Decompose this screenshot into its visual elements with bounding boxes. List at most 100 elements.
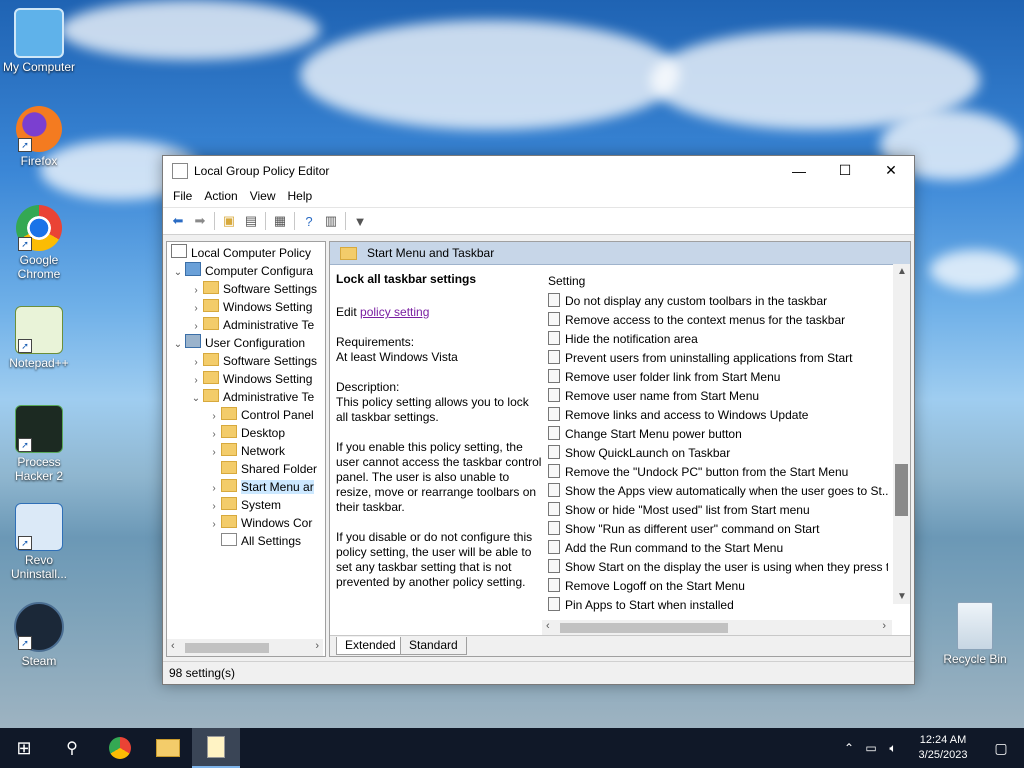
tree-item-local-computer-policy[interactable]: Local Computer Policy	[171, 244, 311, 262]
policy-setting-icon	[548, 521, 560, 535]
chevron-down-icon[interactable]: ⌄	[171, 336, 185, 354]
desktop-icon-recycle-bin[interactable]: Recycle Bin	[936, 602, 1014, 666]
scroll-thumb[interactable]	[895, 464, 908, 516]
tree-item-control-panel[interactable]: › Control Panel	[207, 406, 314, 424]
tree-item-administrative-templates[interactable]: ⌄ Administrative Te	[189, 388, 314, 406]
menu-help[interactable]: Help	[282, 189, 319, 203]
scroll-thumb[interactable]	[185, 643, 269, 653]
show-hide-tree-icon[interactable]: ▤	[240, 211, 262, 231]
settings-vertical-scrollbar[interactable]: ▲ ▼	[893, 264, 910, 604]
desktop-icon-notepad-plus-plus[interactable]: ➚ Notepad++	[0, 306, 78, 370]
menu-view[interactable]: View	[244, 189, 282, 203]
scroll-right-icon[interactable]: ›	[315, 640, 319, 652]
scroll-thumb[interactable]	[560, 623, 728, 633]
desktop-icon-revo-uninstaller[interactable]: ➚ Revo Uninstall...	[0, 503, 78, 581]
menu-file[interactable]: File	[167, 189, 198, 203]
tree-item-windows-settings[interactable]: › Windows Setting	[189, 370, 312, 388]
setting-label: Pin Apps to Start when installed	[565, 598, 734, 612]
tree-item-shared-folders[interactable]: Shared Folder	[207, 460, 317, 478]
setting-row[interactable]: Remove the "Undock PC" button from the S…	[548, 463, 888, 482]
tree-item-administrative-templates[interactable]: › Administrative Te	[189, 316, 314, 334]
chevron-down-icon[interactable]: ⌄	[171, 264, 185, 282]
tab-standard[interactable]: Standard	[400, 637, 467, 655]
setting-label: Hide the notification area	[565, 332, 698, 346]
back-arrow-icon[interactable]: ⬅	[167, 211, 189, 231]
policy-setting-icon	[548, 578, 560, 592]
policy-setting-link[interactable]: policy setting	[360, 305, 429, 319]
desktop-icon-steam[interactable]: ➚ Steam	[0, 602, 78, 668]
help-icon[interactable]: ?	[298, 211, 320, 231]
maximize-button[interactable]: ☐	[822, 156, 868, 185]
setting-row[interactable]: Remove user name from Start Menu	[548, 387, 888, 406]
setting-row[interactable]: Add the Run command to the Start Menu	[548, 539, 888, 558]
setting-row[interactable]: Show Start on the display the user is us…	[548, 558, 888, 577]
menu-action[interactable]: Action	[198, 189, 243, 203]
tree-item-software-settings[interactable]: › Software Settings	[189, 280, 317, 298]
setting-row[interactable]: Do not display any custom toolbars in th…	[548, 292, 888, 311]
setting-row[interactable]: Remove Logoff on the Start Menu	[548, 577, 888, 596]
scroll-up-icon[interactable]: ▲	[897, 266, 907, 277]
setting-row[interactable]: Show "Run as different user" command on …	[548, 520, 888, 539]
chevron-up-icon[interactable]: ⌃	[838, 741, 860, 755]
tree-item-windows-components[interactable]: › Windows Cor	[207, 514, 312, 532]
taskbar-group-policy-editor-icon[interactable]	[192, 728, 240, 768]
setting-row[interactable]: Prevent users from uninstalling applicat…	[548, 349, 888, 368]
setting-row[interactable]: Hide the notification area	[548, 330, 888, 349]
filter-icon[interactable]: ▼	[349, 211, 371, 231]
chevron-down-icon[interactable]: ⌄	[189, 390, 203, 408]
search-icon[interactable]: ⚲	[48, 728, 96, 768]
tree-item-desktop[interactable]: › Desktop	[207, 424, 285, 442]
toolbar-separator	[265, 212, 266, 230]
volume-icon[interactable]: 🔈︎	[882, 741, 904, 756]
desktop-icon-google-chrome[interactable]: ➚ Google Chrome	[0, 205, 78, 281]
desktop-icon-firefox[interactable]: ➚ Firefox	[0, 106, 78, 168]
up-folder-icon[interactable]: ▣	[218, 211, 240, 231]
setting-row[interactable]: Show the Apps view automatically when th…	[548, 482, 888, 501]
taskbar-chrome-icon[interactable]	[96, 728, 144, 768]
setting-row[interactable]: Show QuickLaunch on Taskbar	[548, 444, 888, 463]
requirements-value: At least Windows Vista	[336, 350, 458, 364]
tab-extended[interactable]: Extended	[336, 637, 405, 655]
tree-item-software-settings[interactable]: › Software Settings	[189, 352, 317, 370]
export-list-icon[interactable]: ▦	[269, 211, 291, 231]
scroll-down-icon[interactable]: ▼	[897, 591, 907, 602]
desktop-icon-process-hacker[interactable]: ➚ Process Hacker 2	[0, 405, 78, 483]
title-bar[interactable]: Local Group Policy Editor — ☐ ✕	[163, 156, 914, 185]
scroll-left-icon[interactable]: ‹	[546, 620, 550, 632]
scroll-right-icon[interactable]: ›	[882, 620, 886, 632]
tree-item-all-settings[interactable]: All Settings	[207, 532, 301, 550]
description-p1: This policy setting allows you to lock a…	[336, 395, 529, 424]
setting-row[interactable]: Pin Apps to Start when installed	[548, 596, 888, 615]
tree-horizontal-scrollbar[interactable]: ‹ ›	[167, 639, 323, 656]
tree-item-system[interactable]: › System	[207, 496, 281, 514]
clock-time: 12:24 AM	[919, 734, 967, 746]
properties-icon[interactable]: ▥	[320, 211, 342, 231]
requirements: Requirements: At least Windows Vista	[336, 335, 542, 365]
setting-row[interactable]: Remove user folder link from Start Menu	[548, 368, 888, 387]
setting-row[interactable]: Remove links and access to Windows Updat…	[548, 406, 888, 425]
description-label: Description:	[336, 380, 400, 394]
close-button[interactable]: ✕	[868, 156, 914, 185]
setting-row[interactable]: Show or hide "Most used" list from Start…	[548, 501, 888, 520]
forward-arrow-icon[interactable]: ➡	[189, 211, 211, 231]
tree-item-windows-settings[interactable]: › Windows Setting	[189, 298, 312, 316]
minimize-button[interactable]: —	[776, 156, 822, 185]
taskbar-file-explorer-icon[interactable]	[144, 728, 192, 768]
content-area: Local Computer Policy ⌄ Computer Configur…	[166, 241, 911, 662]
revo-uninstaller-icon: ➚	[15, 503, 63, 551]
settings-horizontal-scrollbar[interactable]: ‹ ›	[542, 620, 892, 635]
start-button[interactable]: ⊞	[0, 728, 48, 768]
tree-item-network[interactable]: › Network	[207, 442, 285, 460]
tree-item-user-configuration[interactable]: ⌄ User Configuration	[171, 334, 305, 352]
setting-row[interactable]: Change Start Menu power button	[548, 425, 888, 444]
tree-item-computer-configuration[interactable]: ⌄ Computer Configura	[171, 262, 313, 280]
policy-setting-icon	[548, 559, 560, 573]
clock[interactable]: 12:24 AM 3/25/2023	[908, 733, 978, 763]
desktop-icon-my-computer[interactable]: My Computer	[0, 8, 78, 74]
network-icon[interactable]: ▭	[860, 741, 882, 755]
notification-center-icon[interactable]: ▢	[978, 740, 1024, 757]
scroll-left-icon[interactable]: ‹	[171, 640, 175, 652]
setting-row[interactable]: Remove access to the context menus for t…	[548, 311, 888, 330]
tree-item-start-menu-and-taskbar[interactable]: › Start Menu ar	[207, 478, 314, 496]
column-header-setting[interactable]: Setting	[548, 274, 585, 288]
